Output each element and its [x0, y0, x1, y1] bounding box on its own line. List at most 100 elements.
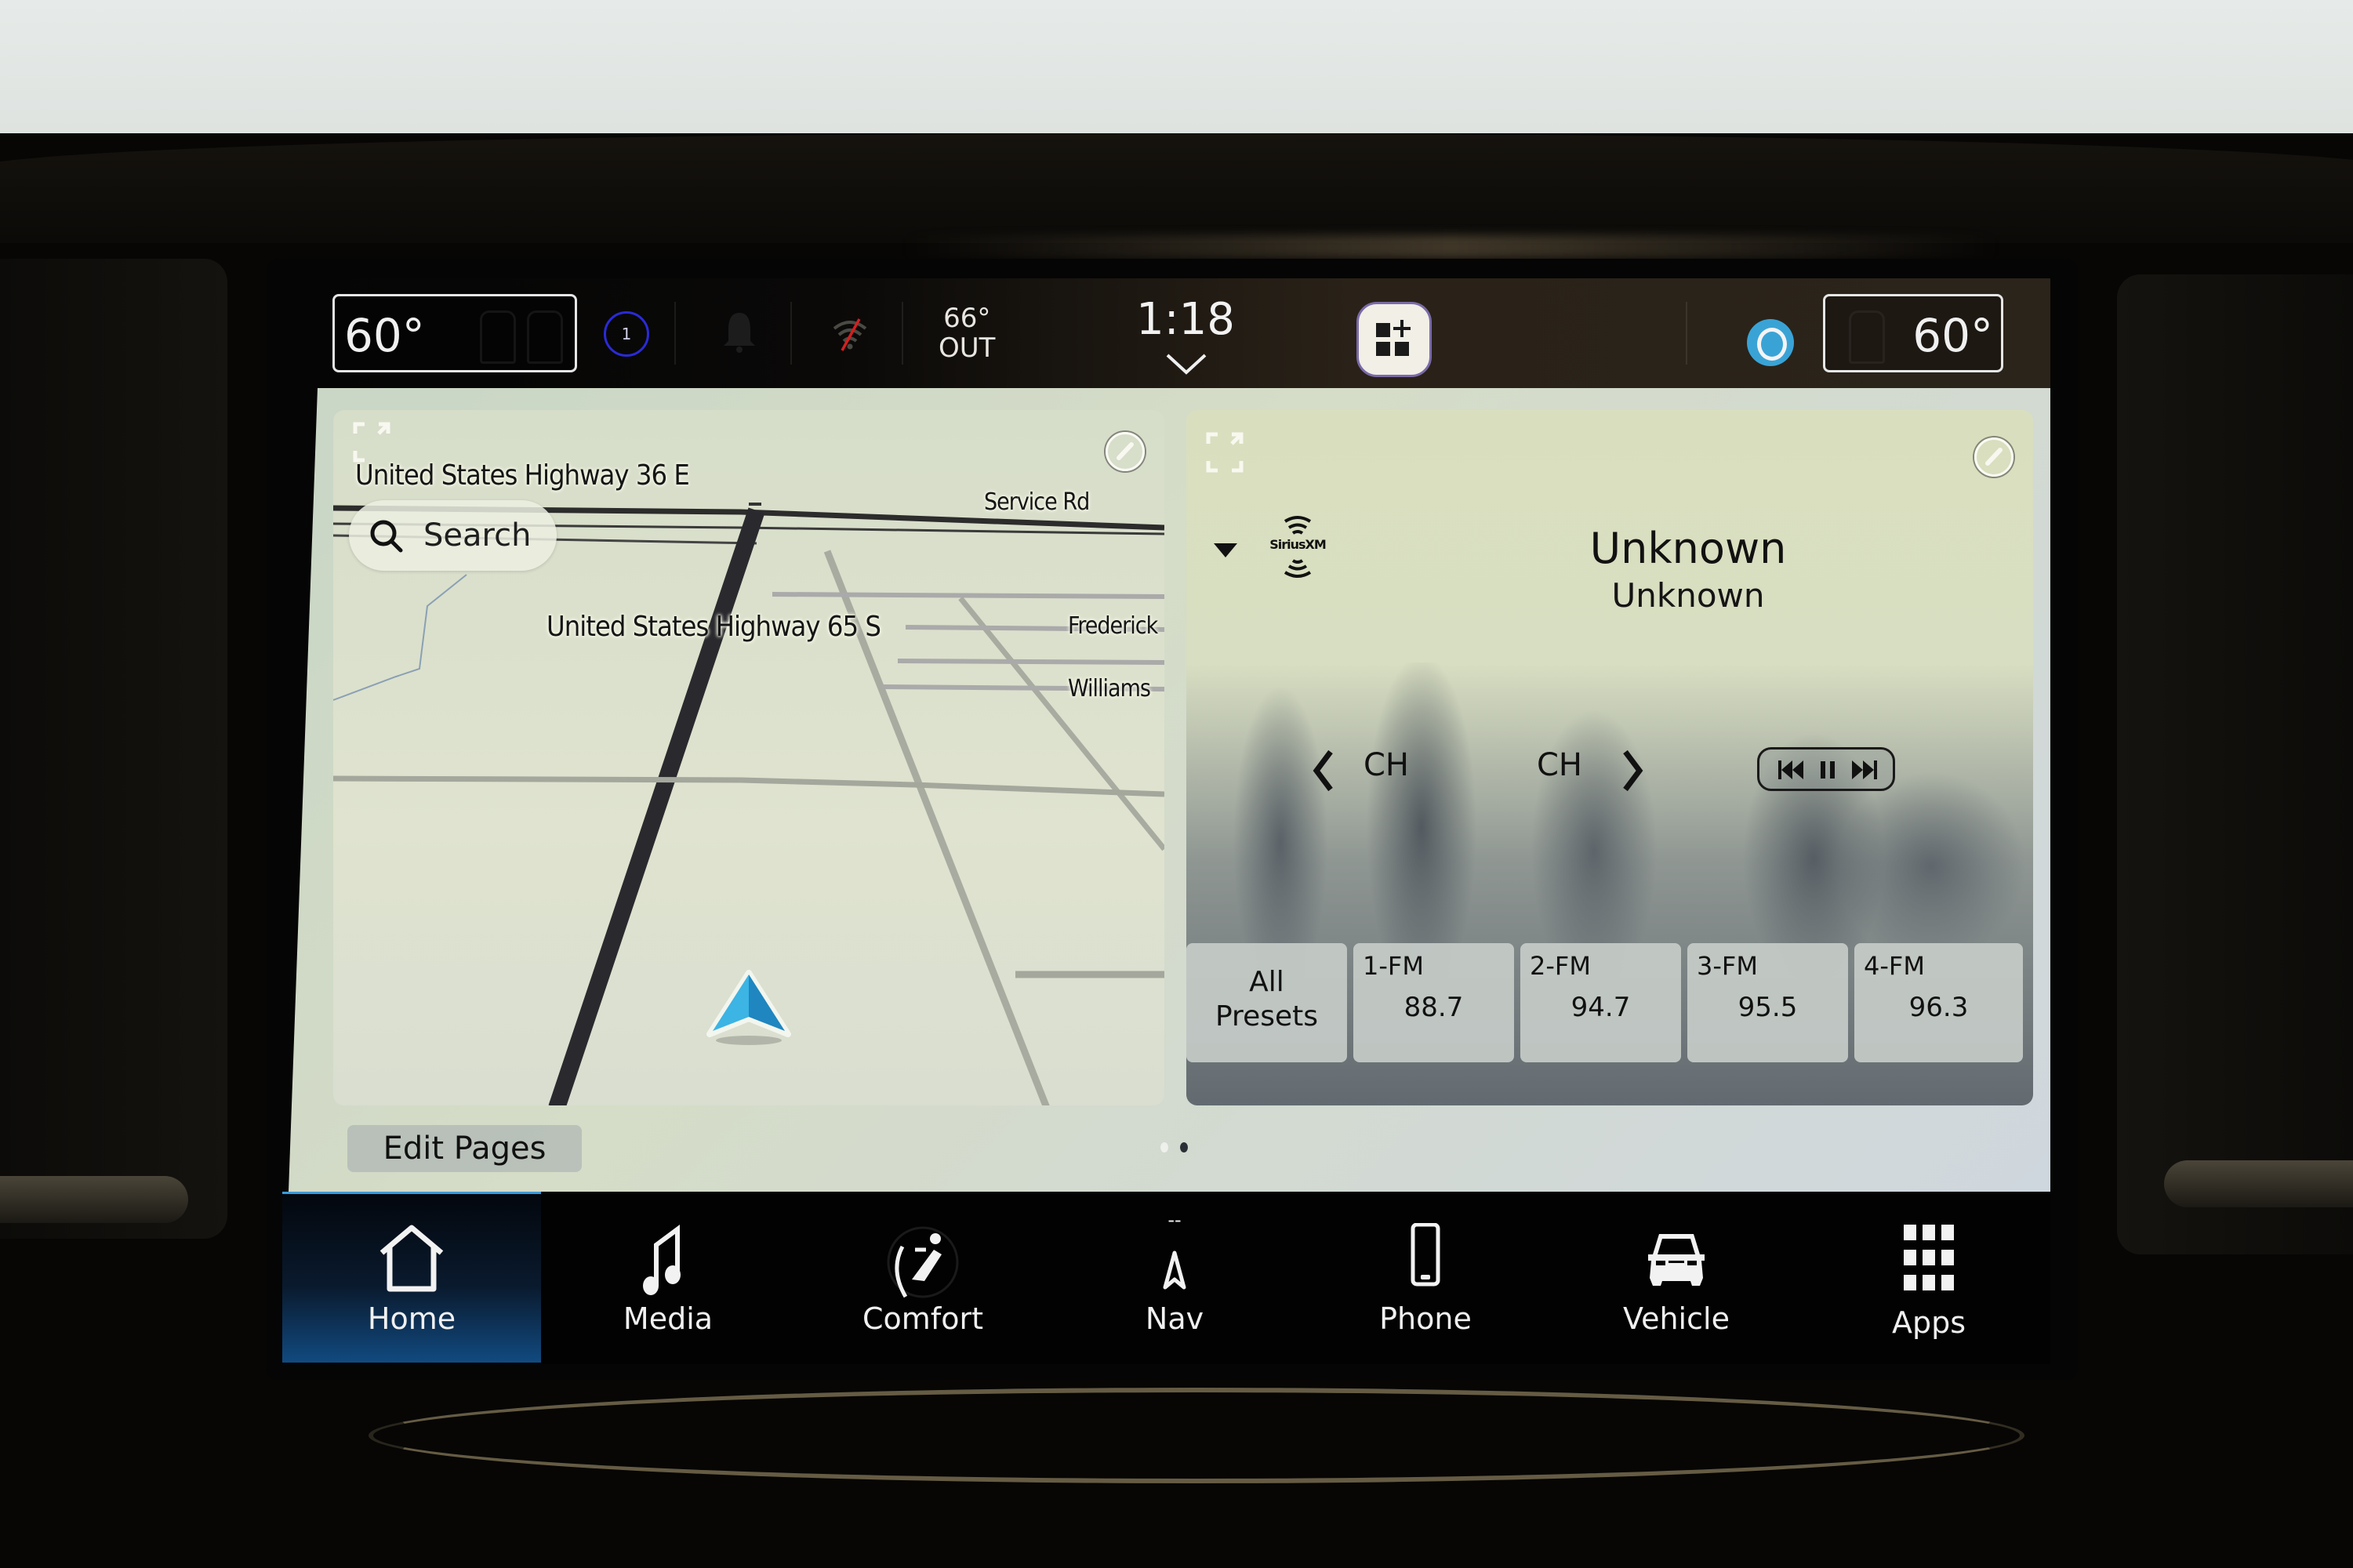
nav-label: Nav	[1145, 1301, 1204, 1336]
bell-icon[interactable]	[721, 310, 757, 354]
outside-temp: 66° OUT	[939, 303, 995, 363]
source-name: SiriusXM	[1269, 537, 1327, 552]
add-widget-icon	[1376, 320, 1411, 356]
station-subtitle: Unknown	[1611, 576, 1765, 615]
control-knob-ring	[369, 1388, 2024, 1483]
music-note-icon	[643, 1225, 681, 1295]
background-wall	[0, 0, 2353, 149]
seat-comfort-icon	[887, 1226, 959, 1298]
triangle-down-icon[interactable]	[1214, 543, 1237, 557]
home-icon	[379, 1225, 444, 1292]
nav-nav[interactable]: -- Nav	[1049, 1192, 1300, 1360]
preset-band: 4-FM	[1864, 951, 1925, 981]
passenger-temp-value: 60°	[1912, 309, 1993, 362]
all-presets-label: All	[1249, 966, 1284, 998]
preset-frequency: 88.7	[1403, 992, 1464, 1023]
navigation-arrow-icon	[706, 970, 791, 1045]
chevron-down-icon[interactable]	[1164, 350, 1208, 377]
driver-profile-number: 1	[621, 325, 632, 343]
search-icon	[370, 520, 403, 553]
radio-widget[interactable]: SiriusXM Unknown Unknown CH CH All Prese…	[1186, 410, 2033, 1105]
page-indicator-dot[interactable]	[1160, 1142, 1168, 1152]
separator	[790, 302, 792, 365]
wifi-off-icon[interactable]	[831, 316, 869, 352]
siriusxm-logo[interactable]: SiriusXM	[1262, 512, 1334, 583]
chevron-left-icon[interactable]	[1312, 749, 1335, 793]
nav-label: Vehicle	[1623, 1301, 1730, 1336]
nav-label: Comfort	[862, 1301, 983, 1336]
separator	[674, 302, 676, 365]
station-title: Unknown	[1589, 524, 1787, 573]
driver-profile-icon[interactable]: 1	[604, 311, 649, 357]
radio-edit-button[interactable]	[1974, 437, 2013, 477]
page-indicator-dot-active[interactable]	[1180, 1142, 1188, 1152]
passenger-temp-button[interactable]: 60°	[1823, 294, 2003, 372]
nav-vehicle[interactable]: Vehicle	[1551, 1192, 1802, 1360]
channel-prev-button[interactable]: CH	[1364, 747, 1409, 783]
preset-frequency: 96.3	[1908, 992, 1969, 1023]
preset-frequency: 94.7	[1570, 992, 1631, 1023]
road-label: Frederick	[1068, 612, 1158, 640]
seat-vent-icon	[527, 310, 563, 364]
preset-bar: All Presets 1-FM 88.7 2-FM 94.7 3-FM 95.…	[1186, 943, 2033, 1062]
road-label: United States Highway 65 S	[546, 611, 881, 643]
separator	[902, 302, 903, 365]
nav-apps[interactable]: Apps	[1803, 1192, 2054, 1360]
edit-pages-button[interactable]: Edit Pages	[347, 1125, 582, 1172]
nav-label: Home	[367, 1301, 456, 1336]
map-widget[interactable]: United States Highway 36 E Service Rd Un…	[333, 410, 1164, 1105]
nav-media[interactable]: Media	[543, 1192, 793, 1360]
expand-icon[interactable]	[1204, 430, 1251, 477]
seat-heat-icon	[480, 310, 516, 364]
clock[interactable]: 1:18	[1127, 294, 1244, 345]
all-presets-button[interactable]: All Presets	[1186, 943, 1347, 1062]
road-label: Williams	[1068, 675, 1151, 702]
alexa-icon[interactable]	[1747, 319, 1794, 366]
dashboard-top-cover	[0, 133, 2353, 243]
prev-pause-next-icon	[1778, 760, 1877, 779]
preset-frequency: 95.5	[1738, 992, 1798, 1023]
road-label: United States Highway 36 E	[355, 459, 690, 492]
pencil-icon	[1117, 442, 1134, 460]
preset-band: 2-FM	[1530, 951, 1591, 981]
preset-band: 3-FM	[1697, 951, 1758, 981]
map-search-button[interactable]: Search	[349, 500, 557, 571]
phone-icon	[1411, 1223, 1440, 1287]
nav-comfort[interactable]: Comfort	[797, 1192, 1048, 1360]
map-edit-button[interactable]	[1106, 432, 1145, 471]
left-vent-trim	[0, 1176, 188, 1223]
channel-next-button[interactable]: CH	[1537, 747, 1582, 783]
preset-button[interactable]: 3-FM 95.5	[1687, 943, 1848, 1062]
nav-home[interactable]: Home	[286, 1192, 537, 1360]
search-label: Search	[423, 517, 532, 554]
status-bar: 60° 1 66° OUT 1:18 60°	[314, 278, 2050, 388]
car-icon	[1648, 1234, 1705, 1286]
driver-temp-value: 60°	[344, 309, 425, 362]
nav-label: Apps	[1891, 1305, 1966, 1340]
outside-temp-value: 66°	[943, 303, 991, 334]
add-widget-button[interactable]	[1356, 302, 1432, 377]
alexa-ring	[1757, 328, 1787, 361]
right-vent-trim	[2164, 1160, 2353, 1207]
nav-phone[interactable]: Phone	[1300, 1192, 1551, 1360]
driver-temp-button[interactable]: 60°	[332, 294, 577, 372]
preset-band: 1-FM	[1363, 951, 1424, 981]
all-presets-label: Presets	[1215, 1000, 1318, 1033]
bottom-nav: Home Media Comfort -- Nav Phone Vehicle …	[282, 1192, 2050, 1364]
chevron-right-icon[interactable]	[1621, 749, 1644, 793]
nav-label: Phone	[1379, 1301, 1472, 1336]
seat-heat-icon	[1849, 310, 1885, 364]
transport-controls-button[interactable]	[1757, 747, 1895, 791]
home-screen: United States Highway 36 E Service Rd Un…	[289, 388, 2050, 1192]
preset-button[interactable]: 2-FM 94.7	[1520, 943, 1681, 1062]
apps-grid-icon	[1904, 1225, 1954, 1290]
compass-arrow-icon	[1163, 1250, 1186, 1290]
outside-temp-label: OUT	[939, 332, 996, 364]
preset-button[interactable]: 4-FM 96.3	[1854, 943, 2023, 1062]
left-air-vent	[0, 259, 227, 1239]
preset-button[interactable]: 1-FM 88.7	[1353, 943, 1514, 1062]
right-air-vent	[2117, 274, 2353, 1254]
pencil-icon	[1985, 448, 2003, 466]
dashboard-reflection	[902, 235, 1999, 259]
separator	[1686, 302, 1687, 365]
